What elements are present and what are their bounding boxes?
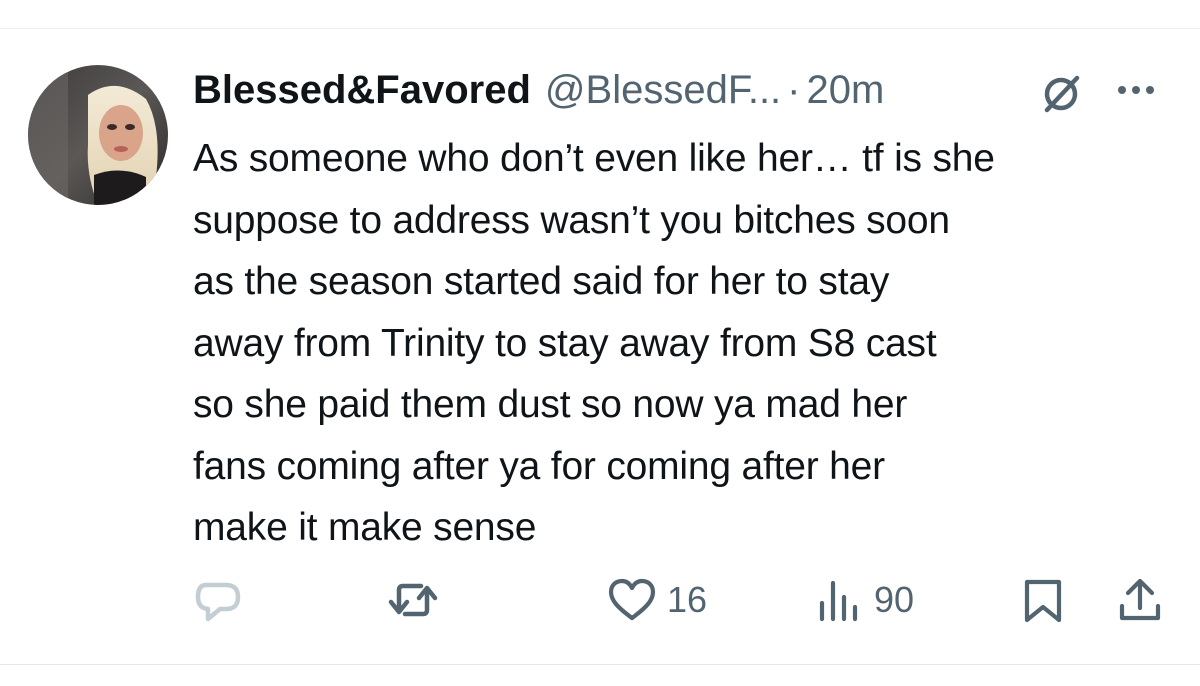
tweet-text-line: so she paid them dust so now ya mad her	[193, 383, 908, 426]
repost-button[interactable]	[385, 570, 441, 630]
profile-photo-icon	[28, 65, 168, 205]
reply-icon	[195, 582, 241, 622]
top-divider	[0, 28, 1200, 29]
bookmark-icon	[1024, 579, 1062, 623]
grok-icon[interactable]	[1037, 72, 1085, 116]
handle[interactable]: @BlessedF...	[545, 64, 781, 116]
timestamp[interactable]: 20m	[807, 64, 885, 116]
bookmark-button[interactable]	[1021, 570, 1065, 630]
views-count: 90	[874, 579, 915, 620]
tweet-text-line: away from Trinity to stay away from S8 c…	[193, 321, 937, 365]
views-icon	[819, 580, 858, 622]
tweet-text-line: suppose to address wasn’t you bitches so…	[193, 198, 950, 242]
tweet-header: Blessed&Favored @BlessedF... · 20m	[193, 64, 884, 116]
reply-button[interactable]	[192, 570, 244, 630]
like-count: 16	[667, 579, 708, 620]
tweet-text-line: as the season started said for her to st…	[193, 260, 890, 303]
like-button[interactable]: 16	[607, 570, 707, 630]
share-icon	[1119, 578, 1161, 621]
tweet-text-line: As someone who don’t even like her… tf i…	[193, 137, 995, 180]
views-button[interactable]: 90	[814, 570, 914, 630]
share-button[interactable]	[1116, 570, 1164, 630]
tweet-text-line: fans coming after ya for coming after he…	[193, 444, 885, 488]
more-icon[interactable]	[1110, 80, 1170, 100]
action-bar: 16 90	[0, 570, 1200, 630]
tweet-text: As someone who don’t even like her… tf i…	[193, 128, 1183, 559]
tweet-text-line: make it make sense	[193, 506, 537, 549]
separator-dot: ·	[787, 68, 801, 112]
heart-icon	[608, 578, 656, 621]
bottom-divider	[0, 664, 1200, 665]
display-name[interactable]: Blessed&Favored	[193, 64, 531, 116]
repost-icon	[388, 583, 438, 617]
avatar[interactable]	[28, 65, 168, 205]
